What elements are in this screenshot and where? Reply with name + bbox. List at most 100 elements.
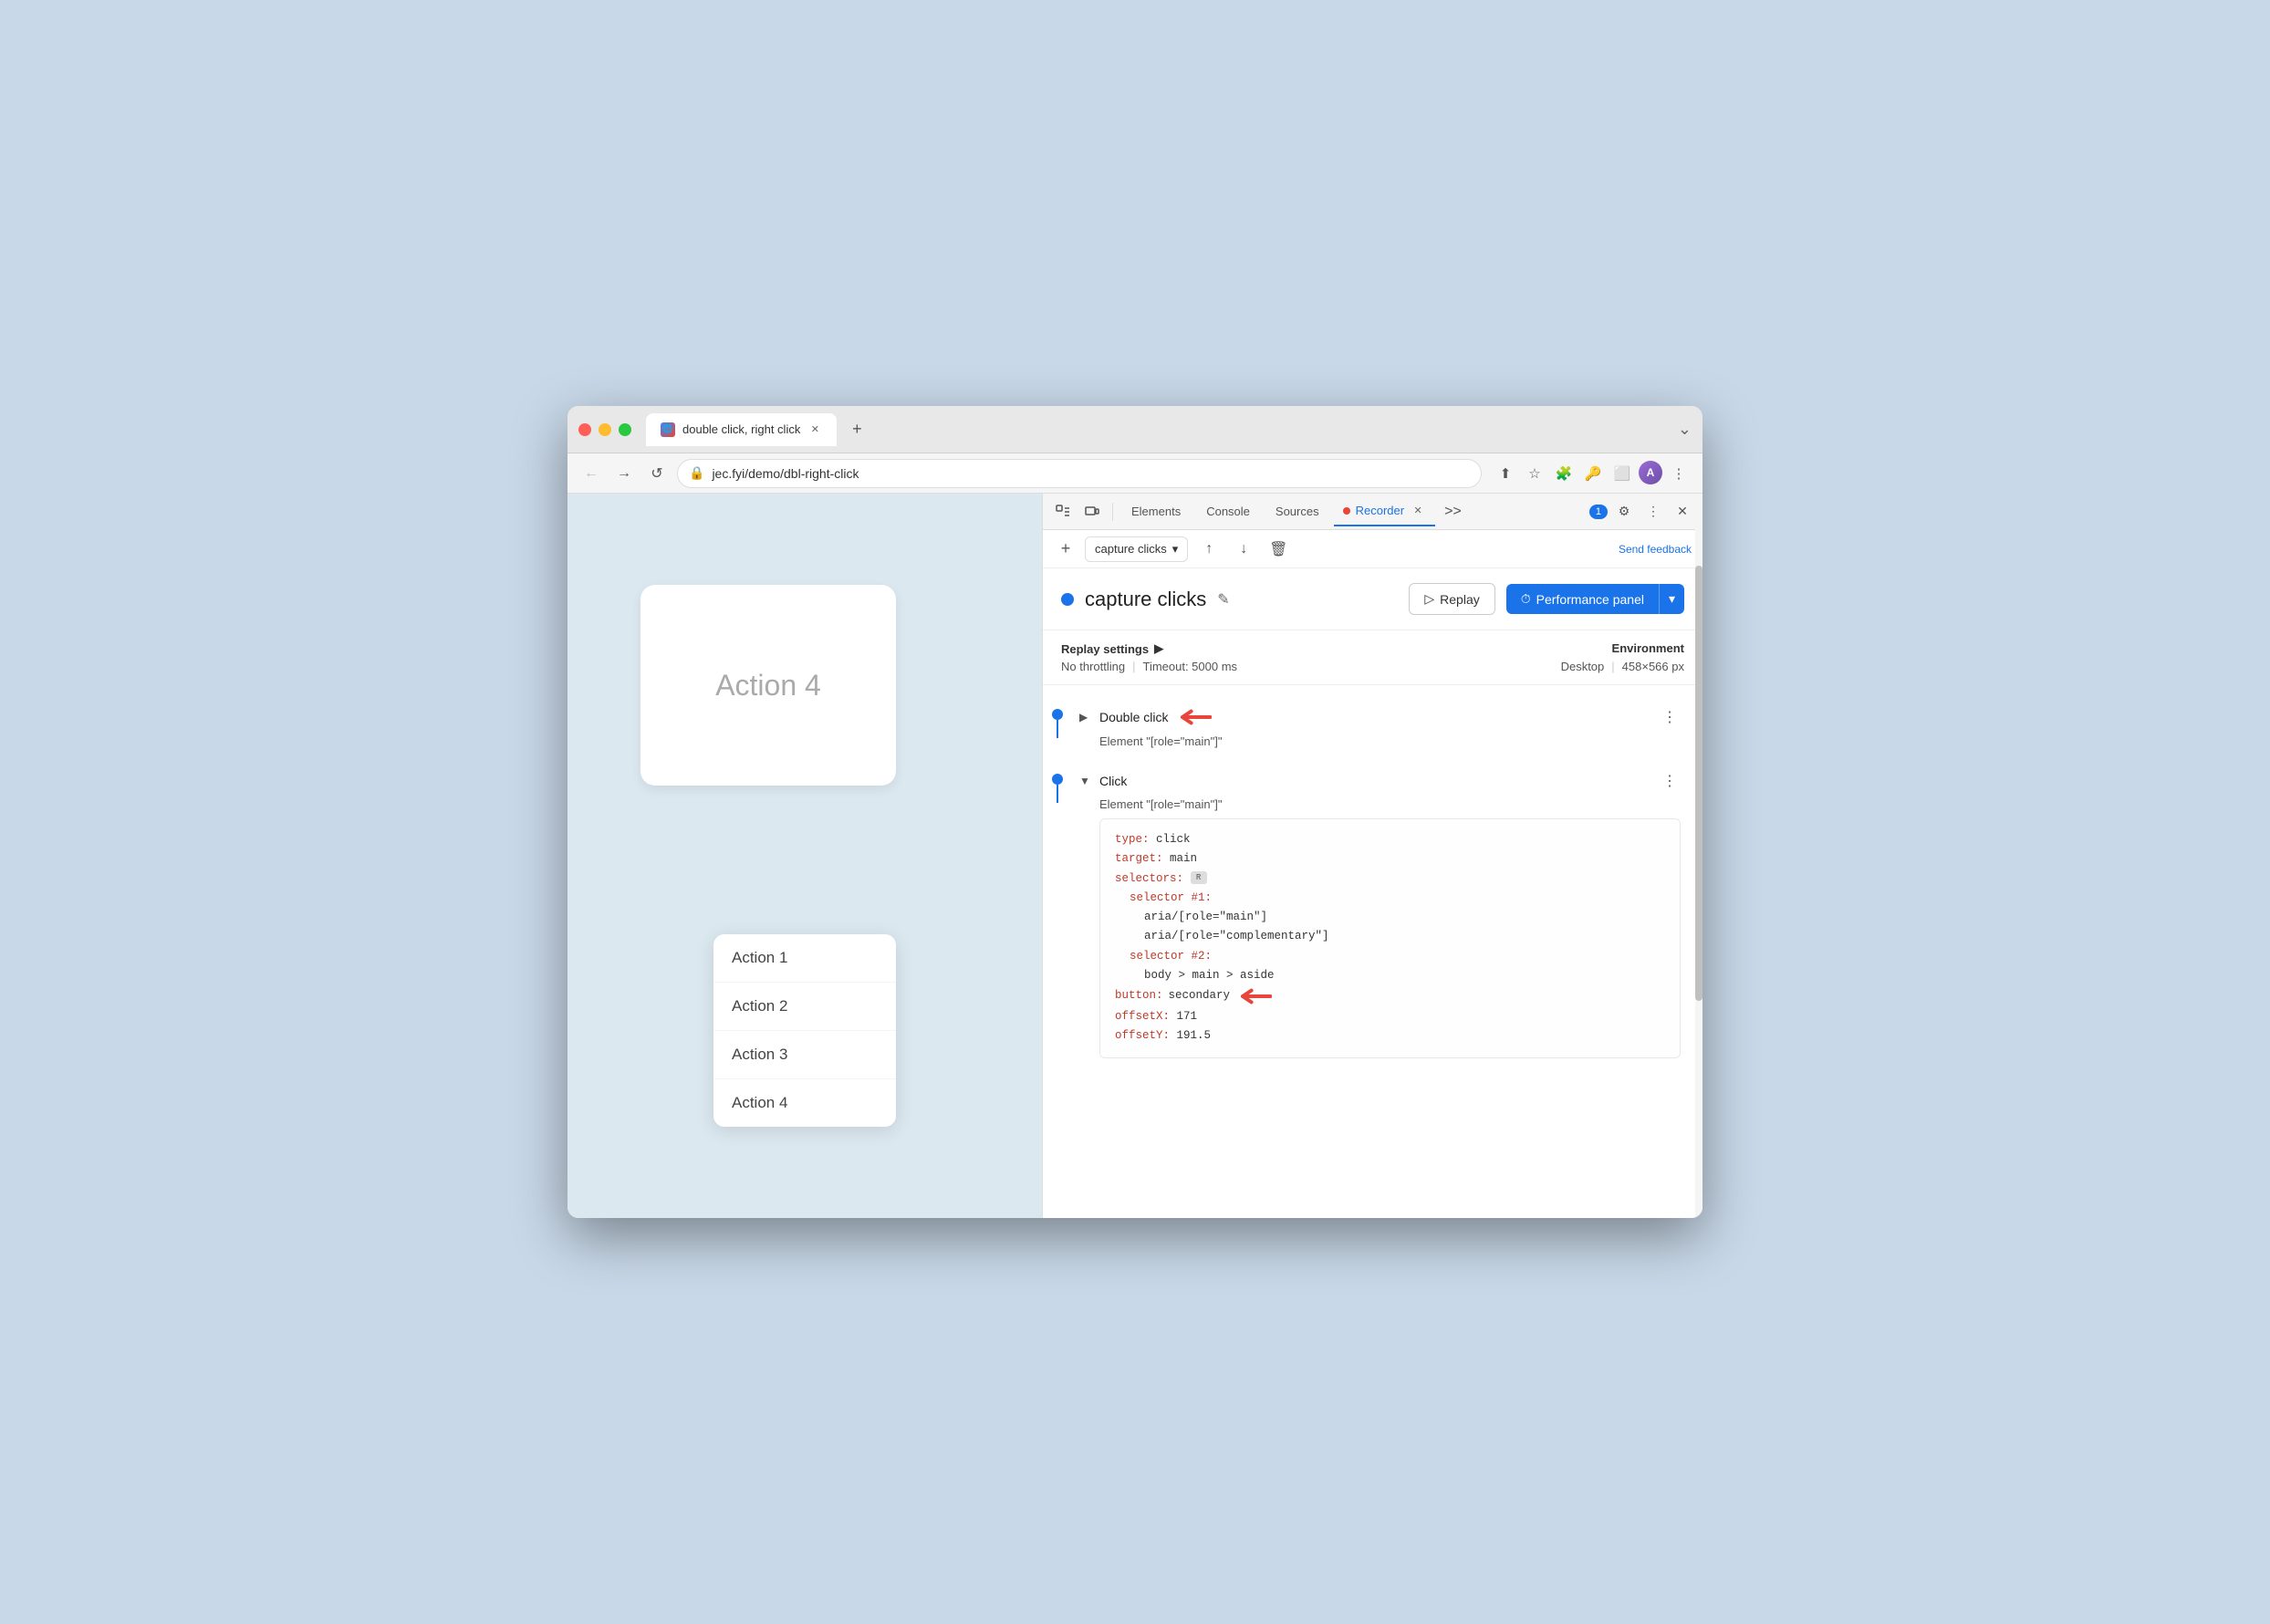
menu-item-2[interactable]: Action 2 (713, 983, 896, 1031)
content-area: Action 4 Action 1 Action 2 Action 3 Acti… (568, 494, 1702, 1218)
chevron-right-icon: ▶ (1154, 641, 1163, 656)
tab-favicon: 🌐 (661, 422, 675, 437)
throttling-value: No throttling (1061, 660, 1125, 673)
step2-content: ▼ Click ⋮ Element "[role="main"]" type: … (1072, 766, 1688, 1066)
tab-sources[interactable]: Sources (1265, 499, 1330, 524)
bookmark-button[interactable]: ☆ (1522, 461, 1547, 486)
code-aria1-line: aria/[role="main"] (1115, 908, 1665, 927)
reload-button[interactable]: ↺ (644, 461, 670, 486)
address-bar[interactable]: 🔒 jec.fyi/demo/dbl-right-click (677, 459, 1482, 488)
step-double-click: ▶ Double click ⋮ Element "[role="main"]" (1043, 692, 1702, 757)
new-tab-button[interactable]: + (844, 417, 869, 442)
code-block: type: click target: main selectors: R (1099, 818, 1681, 1058)
step1-subtitle: Element "[role="main"]" (1079, 734, 1681, 748)
back-button[interactable]: ← (578, 461, 604, 486)
tab-separator (1112, 503, 1113, 521)
recording-selector[interactable]: capture clicks ▾ (1085, 536, 1188, 562)
recorder-header: capture clicks ✎ ▷ Replay ⏱ Performance … (1043, 568, 1702, 630)
scrollbar-track (1695, 494, 1702, 1218)
delete-button[interactable]: 🗑 (1265, 536, 1292, 563)
step2-title: Click (1099, 774, 1127, 788)
nav-actions: ⬆ ☆ 🧩 🔑 ⬜ A ⋮ (1493, 461, 1692, 486)
minimize-traffic-light[interactable] (599, 423, 611, 436)
more-tabs-button[interactable]: >> (1439, 500, 1467, 524)
performance-panel-dropdown[interactable]: ▾ (1659, 584, 1684, 614)
menu-item-1[interactable]: Action 1 (713, 934, 896, 983)
lock-icon: 🔒 (689, 465, 704, 481)
close-traffic-light[interactable] (578, 423, 591, 436)
demo-card-large-text: Action 4 (715, 669, 821, 703)
tab-close-button[interactable]: ✕ (807, 422, 822, 437)
env-divider: | (1611, 660, 1614, 673)
step2-line (1057, 785, 1058, 803)
maximize-traffic-light[interactable] (619, 423, 631, 436)
code-aria2-line: aria/[role="complementary"] (1115, 927, 1665, 946)
selected-recording: capture clicks (1095, 542, 1167, 556)
step1-header[interactable]: ▶ Double click ⋮ (1079, 702, 1681, 733)
code-button-line: button: secondary (1115, 985, 1665, 1007)
performance-label: Performance panel (1536, 592, 1644, 607)
forward-button[interactable]: → (611, 461, 637, 486)
scrollbar-thumb[interactable] (1695, 566, 1702, 1000)
tab-console[interactable]: Console (1195, 499, 1261, 524)
step2-menu-button[interactable]: ⋮ (1659, 770, 1681, 792)
window-controls: ⌄ (1678, 420, 1692, 439)
performance-icon: ⏱ (1521, 591, 1531, 607)
step2-header[interactable]: ▼ Click ⋮ (1079, 766, 1681, 796)
import-button[interactable]: ↓ (1230, 536, 1257, 563)
code-offsetx-line: offsetX: 171 (1115, 1007, 1665, 1026)
tab-recorder[interactable]: Recorder ✕ (1334, 497, 1435, 526)
export-button[interactable]: ↑ (1195, 536, 1223, 563)
tab-recorder-label: Recorder (1356, 504, 1404, 517)
code-css-line: body > main > aside (1115, 966, 1665, 985)
sidebar-button[interactable]: ⬜ (1609, 461, 1635, 486)
code-selectors-line: selectors: R (1115, 869, 1665, 889)
tab-elements[interactable]: Elements (1120, 499, 1192, 524)
extensions-button[interactable]: 🧩 (1551, 461, 1577, 486)
user-avatar[interactable]: A (1639, 461, 1662, 484)
share-button[interactable]: ⬆ (1493, 461, 1518, 486)
add-step-button[interactable]: + (1054, 537, 1078, 561)
environment-label: Environment (1375, 641, 1685, 656)
browser-tab[interactable]: 🌐 double click, right click ✕ (646, 413, 837, 446)
address-text: jec.fyi/demo/dbl-right-click (712, 466, 859, 481)
replay-button[interactable]: ▷ Replay (1409, 583, 1494, 615)
recording-indicator (1061, 593, 1074, 606)
inspector-button[interactable] (1050, 499, 1076, 525)
demo-card-large: Action 4 (640, 585, 896, 786)
devtools-actions: 1 ⚙ ⋮ ✕ (1589, 499, 1695, 525)
send-feedback-link[interactable]: Send feedback (1619, 543, 1692, 556)
devtools-panel: Elements Console Sources Recorder ✕ >> 1… (1042, 494, 1702, 1218)
devtools-menu-button[interactable]: ⋮ (1640, 499, 1666, 525)
replay-settings-label[interactable]: Replay settings ▶ (1061, 641, 1371, 656)
expand-icon: ▶ (1079, 711, 1092, 724)
nav-bar: ← → ↺ 🔒 jec.fyi/demo/dbl-right-click ⬆ ☆… (568, 453, 1702, 494)
step1-title: Double click (1099, 710, 1168, 724)
settings-divider: | (1132, 660, 1135, 673)
code-selector1-label: selector #1: (1115, 889, 1665, 908)
performance-panel-button[interactable]: ⏱ Performance panel (1506, 584, 1659, 614)
step1-menu-button[interactable]: ⋮ (1659, 706, 1681, 728)
step1-timeline (1043, 702, 1072, 738)
step1-arrow (1175, 705, 1212, 729)
demo-card-menu: Action 1 Action 2 Action 3 Action 4 (713, 934, 896, 1127)
edit-title-icon[interactable]: ✎ (1217, 590, 1229, 609)
recorder-toolbar: + capture clicks ▾ ↑ ↓ 🗑 Send feedback (1043, 530, 1702, 568)
recorder-tab-close[interactable]: ✕ (1410, 503, 1426, 519)
menu-item-3[interactable]: Action 3 (713, 1031, 896, 1079)
menu-button[interactable]: ⋮ (1666, 461, 1692, 486)
settings-button[interactable]: ⚙ (1611, 499, 1637, 525)
dimensions-value: 458×566 px (1622, 660, 1684, 673)
traffic-lights (578, 423, 631, 436)
menu-item-4[interactable]: Action 4 (713, 1079, 896, 1127)
device-toggle-button[interactable] (1079, 499, 1105, 525)
profile-icon[interactable]: 🔑 (1580, 461, 1606, 486)
recording-title: capture clicks (1085, 588, 1206, 611)
step2-timeline (1043, 766, 1072, 803)
steps-area: ▶ Double click ⋮ Element "[role="main"]" (1043, 685, 1702, 1218)
code-type-line: type: click (1115, 830, 1665, 849)
desktop-value: Desktop (1561, 660, 1605, 673)
replay-label: Replay (1440, 592, 1480, 607)
replay-icon: ▷ (1424, 591, 1434, 607)
devtools-close-button[interactable]: ✕ (1670, 499, 1695, 525)
